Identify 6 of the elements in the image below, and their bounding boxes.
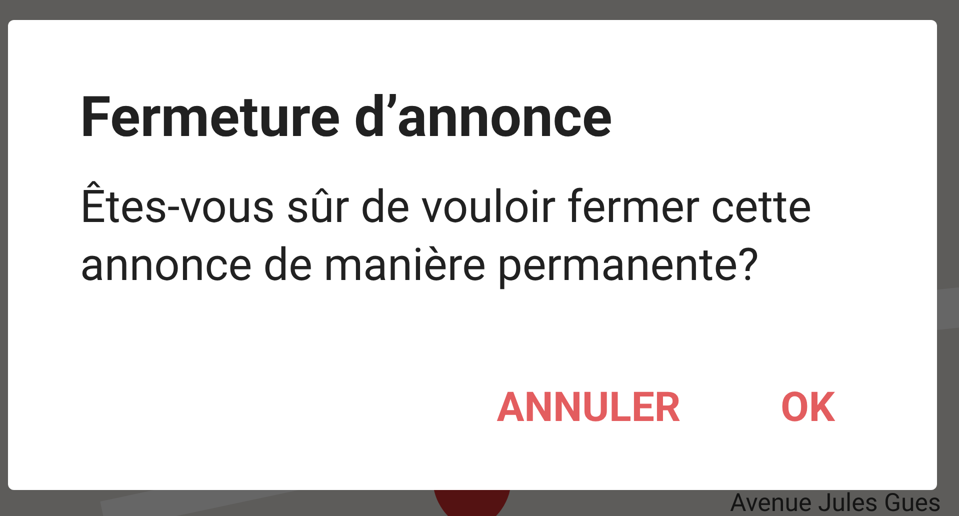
dialog-button[interactable]: OK [780,386,835,430]
dialog-message: Êtes-vous sûr de vouloir fermer cette annonce de manière permanente? [80,179,813,293]
dialog-title: Fermeture d’annonce [80,83,614,152]
dialog-button[interactable]: ANNULER [496,386,681,430]
map-pin-icon [434,490,510,516]
street-label: Avenue Jules Gues [730,491,941,516]
